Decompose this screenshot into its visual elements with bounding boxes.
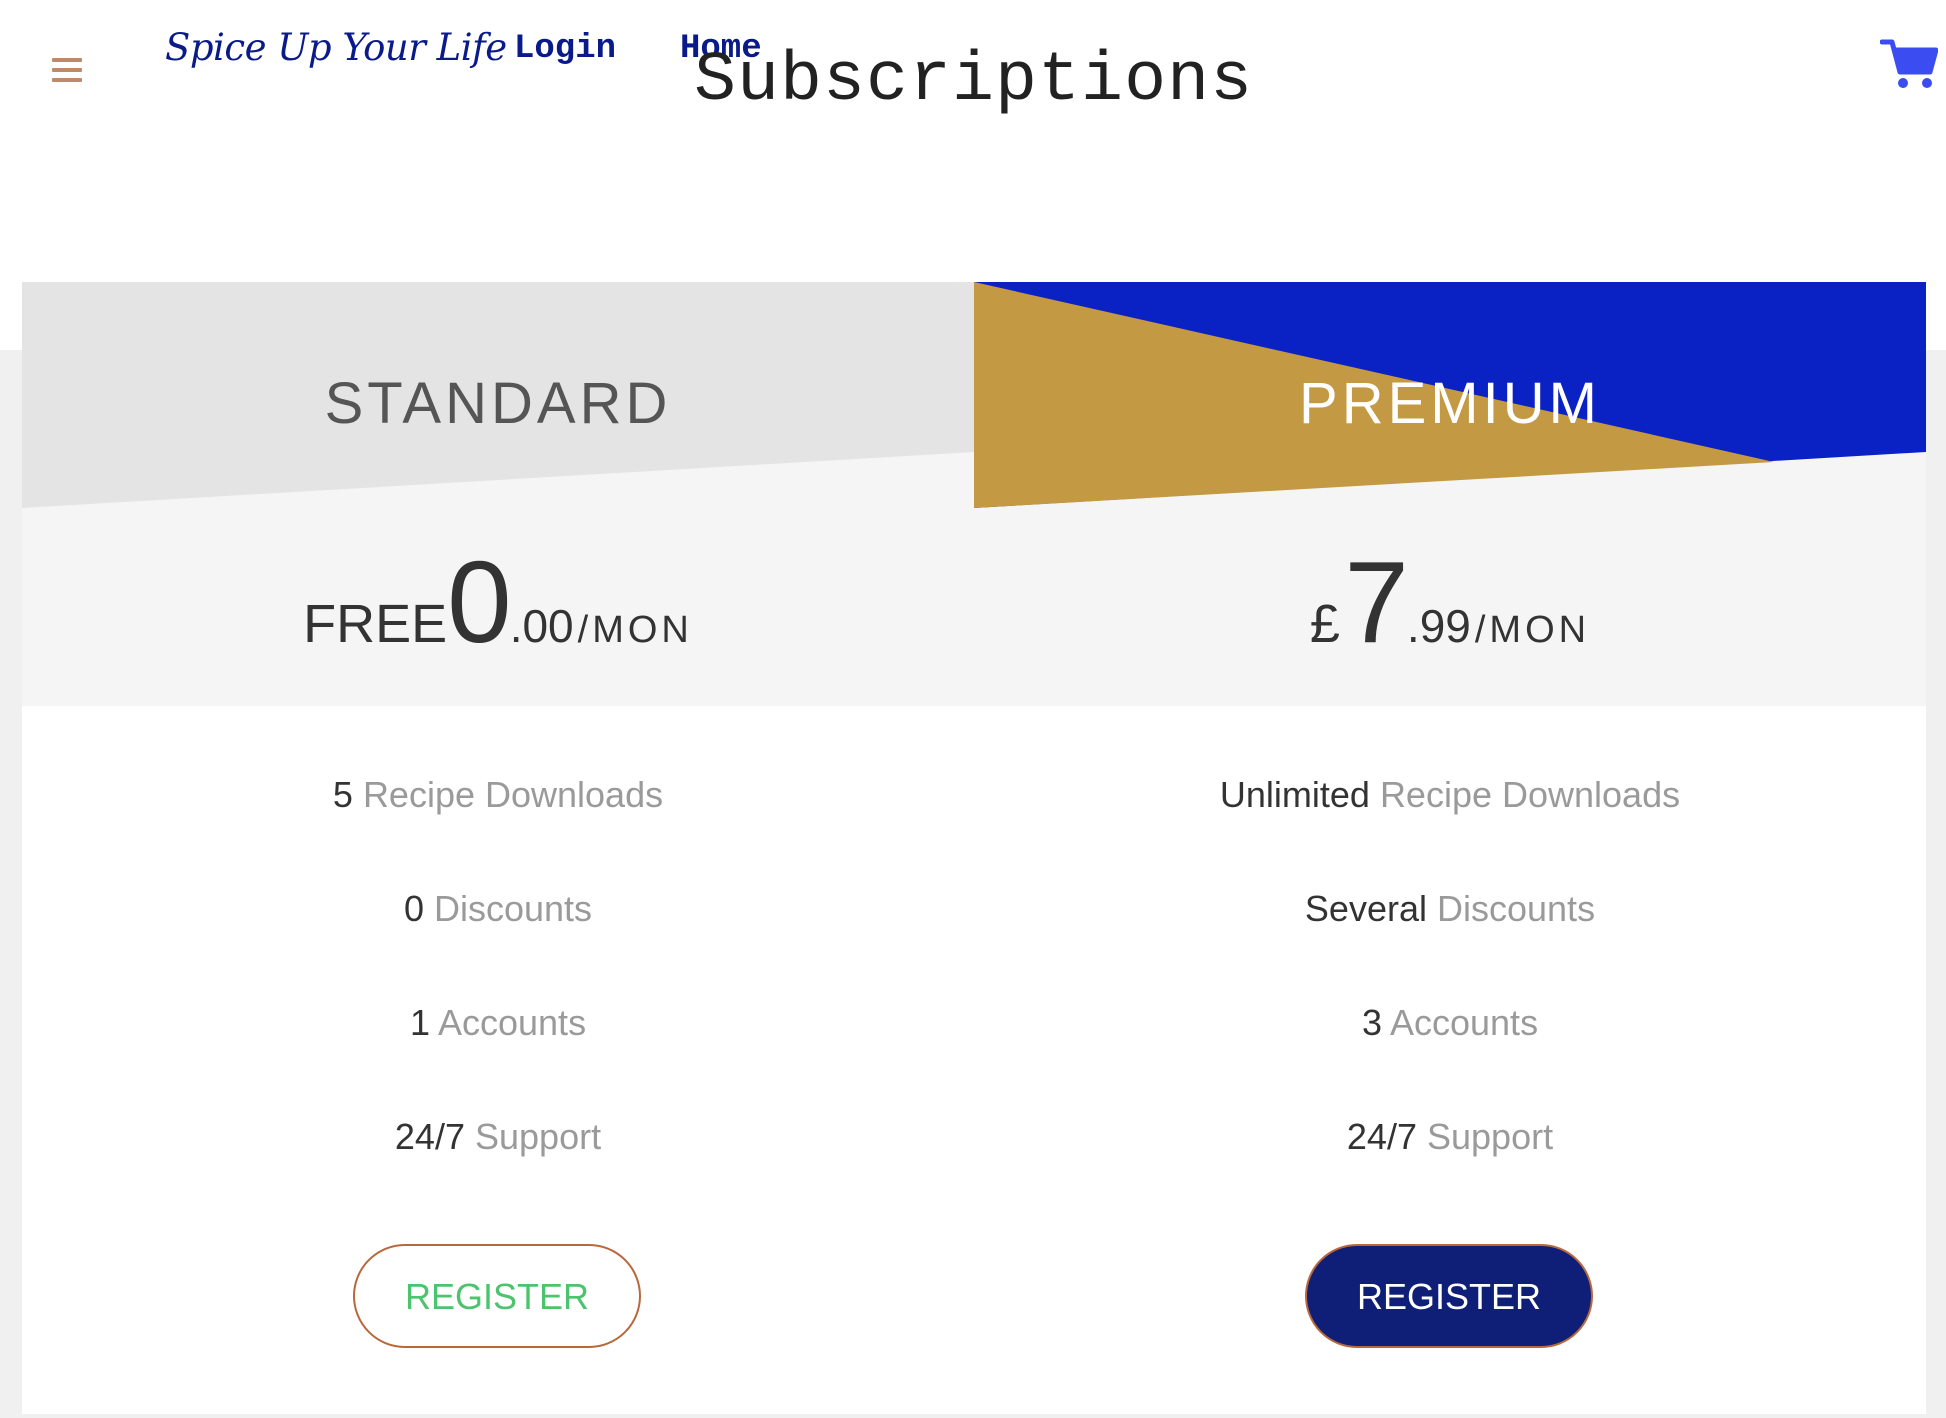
feature-item: 1 Accounts: [22, 1000, 974, 1114]
page-title: Subscriptions: [694, 42, 1254, 121]
feature-label: Accounts: [437, 1002, 587, 1043]
feature-label: Discounts: [1437, 888, 1596, 929]
brand-link[interactable]: Spice Up Your Life: [165, 26, 507, 69]
feature-value: 5: [332, 774, 353, 815]
feature-value: 0: [403, 888, 424, 929]
plan-price: FREE0.00/MON: [22, 544, 974, 660]
price-decimal: .00: [509, 600, 574, 652]
feature-item: 24/7 Support: [974, 1114, 1926, 1228]
feature-label: Support: [1427, 1116, 1554, 1157]
price-prefix: FREE: [303, 594, 448, 654]
shopping-cart-icon[interactable]: [1880, 38, 1938, 90]
plan-name: PREMIUM: [1299, 371, 1601, 436]
price-integer: 0: [447, 537, 512, 667]
price-decimal: .99: [1406, 600, 1471, 652]
feature-item: 5 Recipe Downloads: [22, 772, 974, 886]
feature-list: Unlimited Recipe Downloads Several Disco…: [974, 772, 1926, 1228]
price-prefix: £: [1309, 594, 1340, 654]
plan-price: £ 7.99/MON: [974, 544, 1926, 660]
nav-login-link[interactable]: Login: [514, 30, 616, 68]
feature-label: Recipe Downloads: [362, 774, 664, 815]
feature-label: Recipe Downloads: [1379, 774, 1681, 815]
price-period: /MON: [1474, 609, 1591, 651]
register-premium-button[interactable]: REGISTER: [1305, 1244, 1593, 1348]
feature-label: Support: [475, 1116, 602, 1157]
feature-value: 3: [1361, 1002, 1382, 1043]
feature-value: Several: [1304, 888, 1427, 929]
plan-card-premium: PREMIUM £ 7.99/MON Unlimited Recipe Down…: [974, 282, 1926, 1414]
feature-list: 5 Recipe Downloads 0 Discounts 1 Account…: [22, 772, 974, 1228]
menu-bar: [52, 78, 82, 82]
feature-item: Several Discounts: [974, 886, 1926, 1000]
feature-item: 0 Discounts: [22, 886, 974, 1000]
menu-bar: [52, 58, 82, 62]
plan-name: STANDARD: [324, 371, 672, 436]
plan-card-standard: STANDARD FREE0.00/MON 5 Recipe Downloads…: [22, 282, 974, 1414]
hamburger-menu-icon[interactable]: [52, 58, 82, 84]
plan-header: STANDARD FREE0.00/MON: [22, 282, 974, 706]
feature-label: Accounts: [1389, 1002, 1539, 1043]
feature-value: 1: [409, 1002, 430, 1043]
feature-label: Discounts: [433, 888, 593, 929]
price-period: /MON: [577, 609, 693, 651]
feature-item: 3 Accounts: [974, 1000, 1926, 1114]
plan-header: PREMIUM £ 7.99/MON: [974, 282, 1926, 706]
feature-value: Unlimited: [1219, 774, 1370, 815]
feature-value: 24/7: [1346, 1116, 1417, 1157]
feature-value: 24/7: [394, 1116, 465, 1157]
menu-bar: [52, 68, 82, 72]
feature-item: 24/7 Support: [22, 1114, 974, 1228]
price-integer: 7: [1344, 537, 1409, 667]
feature-item: Unlimited Recipe Downloads: [974, 772, 1926, 886]
register-standard-button[interactable]: REGISTER: [353, 1244, 641, 1348]
